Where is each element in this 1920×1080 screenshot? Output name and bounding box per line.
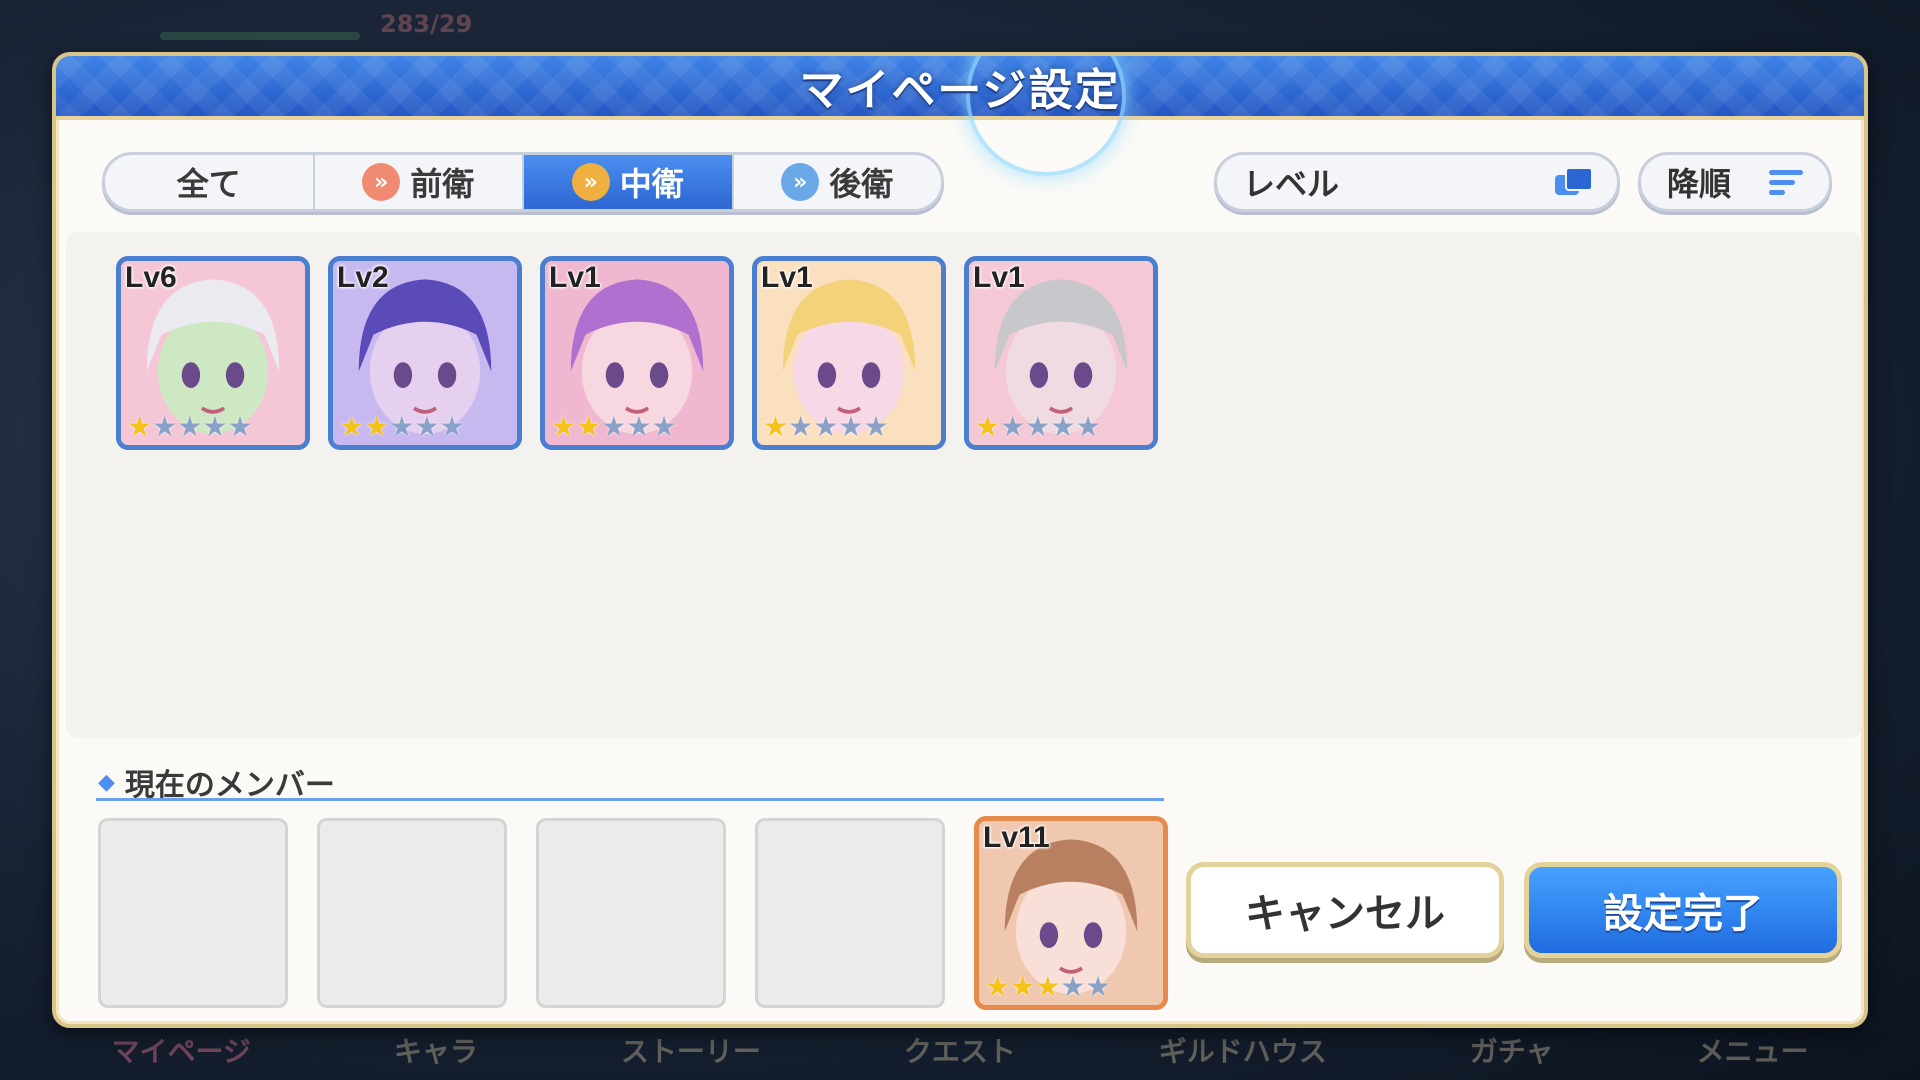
sort-select-icon bbox=[1555, 167, 1593, 197]
sort-key-label: レベル bbox=[1243, 165, 1340, 203]
character-level: Lv11 bbox=[983, 821, 1050, 854]
background-nav-item: マイページ bbox=[111, 1035, 251, 1068]
star-empty-icon: ★ bbox=[813, 410, 839, 443]
background-exp-bar bbox=[160, 32, 360, 40]
background-nav: マイページ キャラ ストーリー クエスト ギルドハウス ガチャ メニュー bbox=[40, 1020, 1880, 1080]
character-list-panel: Lv6 ★ ★ ★ ★ ★ Lv2 ★ ★ ★ ★ ★ Lv1 ★ ★ ★ ★ ★ Lv1 ★ ★ ★ ★ ★ … bbox=[66, 232, 1862, 738]
star-filled-icon: ★ bbox=[339, 410, 365, 443]
star-filled-icon: ★ bbox=[127, 410, 153, 443]
character-level: Lv1 bbox=[549, 261, 601, 294]
tab-label: 中衛 bbox=[619, 165, 684, 203]
star-empty-icon: ★ bbox=[227, 410, 253, 443]
dialog-title: マイページ設定 bbox=[799, 65, 1121, 116]
star-filled-icon: ★ bbox=[763, 410, 789, 443]
star-empty-icon: ★ bbox=[389, 410, 415, 443]
star-filled-icon: ★ bbox=[1010, 970, 1036, 1003]
star-empty-icon: ★ bbox=[202, 410, 228, 443]
character-card[interactable]: Lv1 ★ ★ ★ ★ ★ bbox=[964, 256, 1158, 450]
star-empty-icon: ★ bbox=[1050, 410, 1076, 443]
background-stamina: 283/29 bbox=[380, 10, 473, 38]
tab-label: 全て bbox=[176, 165, 241, 203]
star-rating: ★ ★ ★ ★ ★ bbox=[763, 413, 889, 441]
star-empty-icon: ★ bbox=[1085, 970, 1111, 1003]
star-rating: ★ ★ ★ ★ ★ bbox=[985, 973, 1111, 1001]
tab-middle[interactable]: » 中衛 bbox=[524, 155, 734, 209]
star-filled-icon: ★ bbox=[551, 410, 577, 443]
rear-position-icon: » bbox=[781, 163, 820, 201]
star-empty-icon: ★ bbox=[1000, 410, 1026, 443]
cancel-button[interactable]: キャンセル bbox=[1186, 862, 1504, 958]
star-filled-icon: ★ bbox=[576, 410, 602, 443]
character-level: Lv1 bbox=[973, 261, 1025, 294]
front-position-icon: » bbox=[362, 163, 401, 201]
star-filled-icon: ★ bbox=[985, 970, 1011, 1003]
background-nav-item: ストーリー bbox=[620, 1035, 761, 1068]
tab-label: 前衛 bbox=[410, 165, 475, 203]
background-nav-item: クエスト bbox=[903, 1035, 1016, 1068]
star-empty-icon: ★ bbox=[177, 410, 203, 443]
mypage-settings-dialog: マイページ設定 全て » 前衛 » 中衛 » 後衛 レベル 降順 Lv6 ★ ★… bbox=[52, 52, 1868, 1028]
member-slot-empty[interactable] bbox=[98, 818, 288, 1008]
star-rating: ★ ★ ★ ★ ★ bbox=[127, 413, 253, 441]
star-empty-icon: ★ bbox=[1025, 410, 1051, 443]
character-level: Lv2 bbox=[337, 261, 389, 294]
tab-front[interactable]: » 前衛 bbox=[315, 155, 524, 209]
dialog-header: マイページ設定 bbox=[56, 56, 1864, 176]
member-slot-empty[interactable] bbox=[317, 818, 507, 1008]
star-empty-icon: ★ bbox=[1075, 410, 1101, 443]
sort-order-icon bbox=[1769, 169, 1803, 195]
star-empty-icon: ★ bbox=[152, 410, 178, 443]
background-nav-item: キャラ bbox=[393, 1035, 478, 1068]
character-card[interactable]: Lv1 ★ ★ ★ ★ ★ bbox=[540, 256, 734, 450]
star-filled-icon: ★ bbox=[364, 410, 390, 443]
middle-position-icon: » bbox=[571, 163, 610, 201]
sort-order-label: 降順 bbox=[1667, 165, 1732, 203]
members-divider bbox=[96, 798, 1164, 801]
star-empty-icon: ★ bbox=[788, 410, 814, 443]
sort-order-button[interactable]: 降順 bbox=[1638, 152, 1832, 212]
background-nav-item: ガチャ bbox=[1469, 1035, 1554, 1068]
star-empty-icon: ★ bbox=[651, 410, 677, 443]
star-empty-icon: ★ bbox=[838, 410, 864, 443]
member-slot-empty[interactable] bbox=[755, 818, 945, 1008]
position-filter-tabs: 全て » 前衛 » 中衛 » 後衛 bbox=[102, 152, 944, 212]
star-empty-icon: ★ bbox=[414, 410, 440, 443]
tab-rear[interactable]: » 後衛 bbox=[734, 155, 942, 209]
star-empty-icon: ★ bbox=[1060, 970, 1086, 1003]
diamond-icon: ◆ bbox=[98, 769, 115, 795]
member-slot-character[interactable]: Lv11 ★ ★ ★ ★ ★ bbox=[974, 816, 1168, 1010]
background-hud: 283/29 bbox=[140, 6, 620, 46]
background-nav-item: ギルドハウス bbox=[1158, 1035, 1327, 1068]
character-level: Lv6 bbox=[125, 261, 177, 294]
star-empty-icon: ★ bbox=[601, 410, 627, 443]
star-rating: ★ ★ ★ ★ ★ bbox=[975, 413, 1101, 441]
confirm-settings-button[interactable]: 設定完了 bbox=[1524, 862, 1842, 958]
tab-label: 後衛 bbox=[829, 165, 894, 203]
star-filled-icon: ★ bbox=[1035, 970, 1061, 1003]
star-empty-icon: ★ bbox=[439, 410, 465, 443]
character-level: Lv1 bbox=[761, 261, 813, 294]
character-card[interactable]: Lv6 ★ ★ ★ ★ ★ bbox=[116, 256, 310, 450]
character-card[interactable]: Lv1 ★ ★ ★ ★ ★ bbox=[752, 256, 946, 450]
star-rating: ★ ★ ★ ★ ★ bbox=[339, 413, 465, 441]
star-rating: ★ ★ ★ ★ ★ bbox=[551, 413, 677, 441]
member-slot-empty[interactable] bbox=[536, 818, 726, 1008]
tab-all[interactable]: 全て bbox=[105, 155, 315, 209]
character-card[interactable]: Lv2 ★ ★ ★ ★ ★ bbox=[328, 256, 522, 450]
star-empty-icon: ★ bbox=[863, 410, 889, 443]
background-nav-item: メニュー bbox=[1696, 1035, 1809, 1068]
sort-key-button[interactable]: レベル bbox=[1214, 152, 1620, 212]
star-filled-icon: ★ bbox=[975, 410, 1001, 443]
star-empty-icon: ★ bbox=[626, 410, 652, 443]
